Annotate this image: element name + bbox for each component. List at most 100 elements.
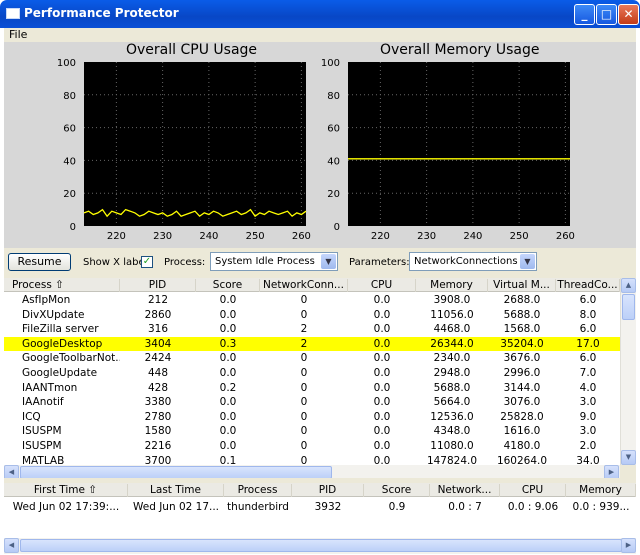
table-cell: 11080.0	[430, 440, 474, 452]
table-cell: thunderbird	[227, 501, 289, 513]
column-header[interactable]: NetworkConn...	[260, 279, 348, 292]
x-tick-label: 260	[556, 231, 575, 242]
scroll-left-icon[interactable]: ◀	[4, 538, 19, 553]
parameters-select[interactable]: NetworkConnections ▼	[409, 252, 537, 271]
table-cell: 2424	[144, 352, 172, 365]
scroll-down-icon[interactable]: ▼	[621, 450, 636, 465]
table-cell: 428	[147, 381, 169, 394]
hscroll-thumb[interactable]	[20, 539, 622, 552]
column-header[interactable]: First Time ⇧	[4, 484, 128, 497]
history-table: First Time ⇧ Last Time Process PID Score Netw…	[4, 483, 636, 554]
process-select-value: System Idle Process	[215, 256, 315, 267]
table-row[interactable]: GoogleToolbarNot... 2424 0.0 0 0.0 2340.0 3676…	[4, 351, 620, 366]
table-cell: 1568.0	[503, 323, 541, 336]
column-header[interactable]: Process ⇧	[4, 279, 120, 292]
history-table-hscrollbar[interactable]: ◀ ▶	[4, 538, 636, 554]
column-header[interactable]: Process	[224, 484, 292, 497]
table-cell: 1616.0	[503, 425, 541, 438]
close-button[interactable]: ✕	[618, 4, 639, 25]
column-header[interactable]: CPU	[348, 279, 416, 292]
table-cell: 3144.0	[503, 381, 541, 394]
table-cell: 0.0 : 7	[448, 501, 482, 513]
menu-bar: File	[4, 28, 636, 42]
table-cell: 6.0	[579, 294, 597, 306]
minimize-button[interactable]: _	[574, 4, 595, 25]
window-title: Performance Protector	[24, 6, 179, 20]
table-row[interactable]: ISUSPM 2216 0.0 0 0.0 11080.0 4180.0 2.0	[4, 439, 620, 454]
column-header[interactable]: PID	[292, 484, 364, 497]
table-cell: ICQ	[22, 410, 41, 423]
process-select[interactable]: System Idle Process ▼	[210, 252, 338, 271]
menu-file[interactable]: File	[9, 28, 27, 41]
table-cell: GoogleToolbarNot...	[22, 352, 120, 365]
table-cell: 0.0	[373, 381, 391, 394]
x-tick-label: 220	[371, 231, 390, 242]
table-cell: 17.0	[576, 337, 600, 350]
table-cell: 0.0	[219, 294, 237, 306]
column-header[interactable]: Score	[364, 484, 430, 497]
column-header[interactable]: Memory	[416, 279, 488, 292]
table-row[interactable]: ICQ 2780 0.0 0 0.0 12536.0 25828.0 9.0	[4, 410, 620, 425]
table-cell: 3908.0	[433, 294, 471, 306]
column-header[interactable]: Score	[196, 279, 260, 292]
table-cell: 0	[300, 352, 308, 365]
table-cell: 4.0	[579, 381, 597, 394]
scroll-up-icon[interactable]: ▲	[621, 278, 636, 293]
table-cell: 0.0	[219, 308, 237, 321]
table-row[interactable]: ISUSPM 1580 0.0 0 0.0 4348.0 1616.0 3.0	[4, 424, 620, 439]
column-header[interactable]: ThreadCo...	[556, 279, 620, 292]
table-row[interactable]: AsfIpMon 212 0.0 0 0.0 3908.0 2688.0 6.0	[4, 293, 620, 308]
table-row[interactable]: IAAnotif 3380 0.0 0 0.0 5664.0 3076.0 3.0	[4, 395, 620, 410]
table-cell: 0.0	[373, 352, 391, 365]
column-header[interactable]: PID	[120, 279, 196, 292]
table-cell: Wed Jun 02 17...	[132, 501, 220, 513]
table-cell: 3932	[314, 501, 342, 513]
table-cell: 0.0	[373, 410, 391, 423]
column-header[interactable]: CPU	[500, 484, 566, 497]
table-cell: 3.0	[579, 396, 597, 409]
column-header[interactable]: Network...	[430, 484, 500, 497]
table-row[interactable]: DivXUpdate 2860 0.0 0 0.0 11056.0 5688.0 8.0	[4, 308, 620, 323]
table-cell: 25828.0	[500, 410, 544, 423]
scroll-right-icon[interactable]: ▶	[621, 538, 636, 553]
x-tick-label: 230	[417, 231, 436, 242]
column-header[interactable]: Last Time	[128, 484, 224, 497]
table-row[interactable]: IAANTmon 428 0.2 0 0.0 5688.0 3144.0 4.0	[4, 381, 620, 396]
table-row[interactable]: FileZilla server 316 0.0 2 0.0 4468.0 1568.0 6.…	[4, 322, 620, 337]
charts-area: Overall CPU Usage Overall Memory Usage 1…	[4, 42, 636, 248]
column-header[interactable]: Virtual M...	[488, 279, 556, 292]
table-cell: FileZilla server	[22, 323, 99, 336]
table-cell: 0.0	[373, 396, 391, 409]
table-cell: 6.0	[579, 323, 597, 336]
table-cell: 0.0	[219, 352, 237, 365]
show-x-labels-checkbox[interactable]: ✓	[141, 256, 153, 268]
title-bar[interactable]: Performance Protector _ □ ✕	[0, 0, 640, 28]
table-cell: 11056.0	[430, 308, 474, 321]
table-cell: 2340.0	[433, 352, 471, 365]
y-tick-label: 40	[63, 156, 76, 167]
table-row[interactable]: GoogleDesktop 3404 0.3 2 0.0 26344.0 35204.0 17…	[4, 336, 620, 352]
table-cell: 0.0	[373, 440, 391, 452]
table-cell: 0	[300, 294, 308, 306]
y-tick-label: 100	[321, 58, 340, 69]
table-cell: 1580	[144, 425, 172, 438]
process-table-vscrollbar[interactable]: ▲ ▼	[620, 278, 636, 466]
maximize-button[interactable]: □	[596, 4, 617, 25]
y-tick-label: 80	[63, 91, 76, 102]
resume-button[interactable]: Resume	[8, 253, 71, 271]
column-header[interactable]: Memory	[566, 484, 636, 497]
x-tick-label: 240	[199, 231, 218, 242]
y-tick-label: 0	[334, 222, 340, 233]
parameters-label: Parameters:	[349, 257, 410, 268]
table-row[interactable]: GoogleUpdate 448 0.0 0 0.0 2948.0 2996.0 7.0	[4, 366, 620, 381]
table-cell: 2.0	[579, 440, 597, 452]
vscroll-thumb[interactable]	[622, 294, 635, 320]
table-cell: 0.0	[219, 367, 237, 379]
table-cell: Wed Jun 02 17:39:...	[12, 501, 120, 513]
plot-area	[348, 62, 570, 226]
y-tick-label: 60	[63, 124, 76, 135]
table-cell: 2860	[144, 308, 172, 321]
table-cell: 9.0	[579, 410, 597, 423]
table-cell: 3380	[144, 396, 172, 409]
table-row[interactable]: Wed Jun 02 17:39:... Wed Jun 02 17... thun…	[4, 500, 636, 515]
